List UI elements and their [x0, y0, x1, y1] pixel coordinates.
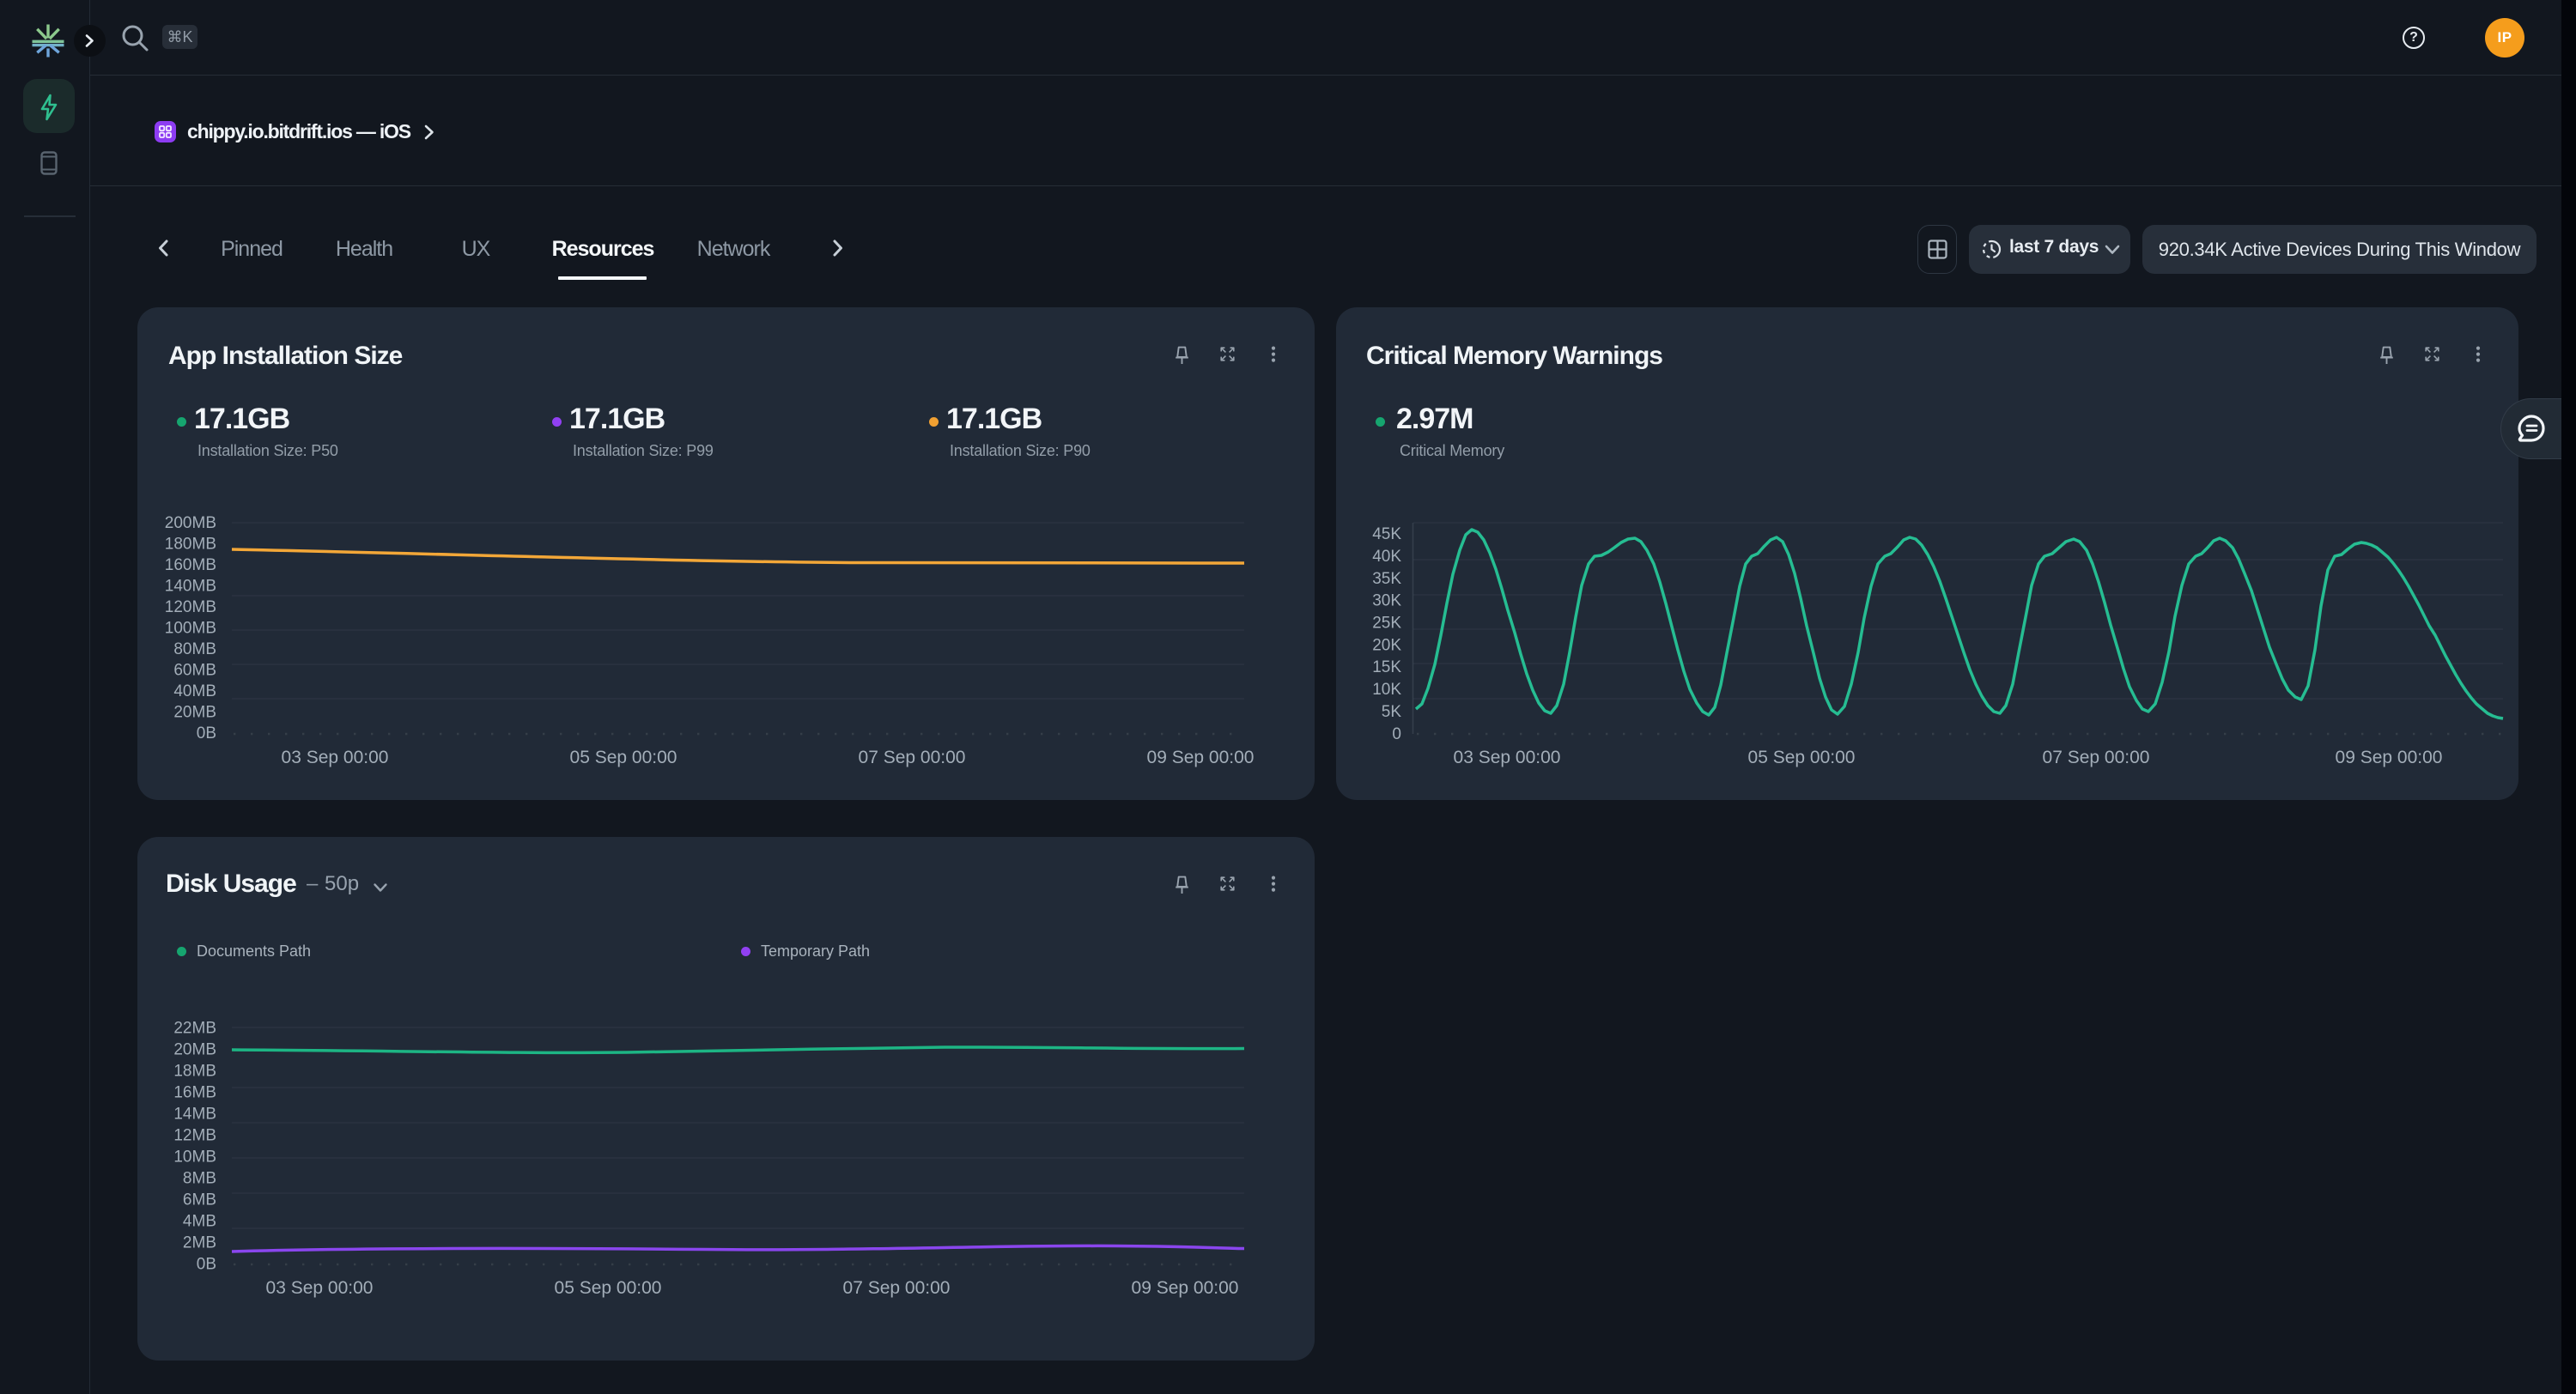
svg-text:20MB: 20MB	[173, 704, 216, 722]
svg-text:0B: 0B	[197, 724, 216, 742]
svg-text:05 Sep 00:00: 05 Sep 00:00	[1748, 748, 1856, 767]
svg-text:180MB: 180MB	[165, 536, 216, 554]
svg-text:6MB: 6MB	[183, 1191, 216, 1209]
svg-text:12MB: 12MB	[173, 1127, 216, 1145]
svg-text:03 Sep 00:00: 03 Sep 00:00	[1454, 748, 1561, 767]
svg-text:25K: 25K	[1372, 615, 1401, 633]
svg-text:05 Sep 00:00: 05 Sep 00:00	[555, 1278, 662, 1298]
svg-text:07 Sep 00:00: 07 Sep 00:00	[2043, 748, 2150, 767]
svg-text:0B: 0B	[197, 1256, 216, 1274]
svg-text:09 Sep 00:00: 09 Sep 00:00	[2336, 748, 2443, 767]
svg-text:07 Sep 00:00: 07 Sep 00:00	[843, 1278, 951, 1298]
svg-text:16MB: 16MB	[173, 1084, 216, 1102]
svg-text:05 Sep 00:00: 05 Sep 00:00	[570, 748, 677, 767]
svg-text:120MB: 120MB	[165, 598, 216, 616]
svg-text:09 Sep 00:00: 09 Sep 00:00	[1132, 1278, 1239, 1298]
svg-text:07 Sep 00:00: 07 Sep 00:00	[859, 748, 966, 767]
svg-text:8MB: 8MB	[183, 1170, 216, 1188]
svg-text:14MB: 14MB	[173, 1106, 216, 1124]
svg-text:10MB: 10MB	[173, 1149, 216, 1167]
svg-text:140MB: 140MB	[165, 578, 216, 596]
svg-text:4MB: 4MB	[183, 1213, 216, 1231]
svg-text:03 Sep 00:00: 03 Sep 00:00	[266, 1278, 374, 1298]
svg-text:100MB: 100MB	[165, 620, 216, 638]
svg-text:60MB: 60MB	[173, 662, 216, 680]
svg-text:22MB: 22MB	[173, 1020, 216, 1038]
svg-text:10K: 10K	[1372, 681, 1401, 699]
svg-text:0: 0	[1392, 725, 1401, 743]
svg-text:80MB: 80MB	[173, 640, 216, 658]
svg-text:30K: 30K	[1372, 592, 1401, 610]
svg-text:40K: 40K	[1372, 548, 1401, 566]
svg-text:45K: 45K	[1372, 525, 1401, 543]
svg-text:160MB: 160MB	[165, 556, 216, 574]
svg-text:18MB: 18MB	[173, 1063, 216, 1081]
svg-text:35K: 35K	[1372, 570, 1401, 588]
svg-text:40MB: 40MB	[173, 682, 216, 700]
svg-text:15K: 15K	[1372, 658, 1401, 676]
svg-text:200MB: 200MB	[165, 514, 216, 532]
svg-text:5K: 5K	[1382, 703, 1402, 721]
svg-text:2MB: 2MB	[183, 1234, 216, 1252]
svg-text:20K: 20K	[1372, 637, 1401, 655]
svg-text:03 Sep 00:00: 03 Sep 00:00	[282, 748, 389, 767]
svg-text:20MB: 20MB	[173, 1041, 216, 1059]
svg-text:09 Sep 00:00: 09 Sep 00:00	[1147, 748, 1255, 767]
